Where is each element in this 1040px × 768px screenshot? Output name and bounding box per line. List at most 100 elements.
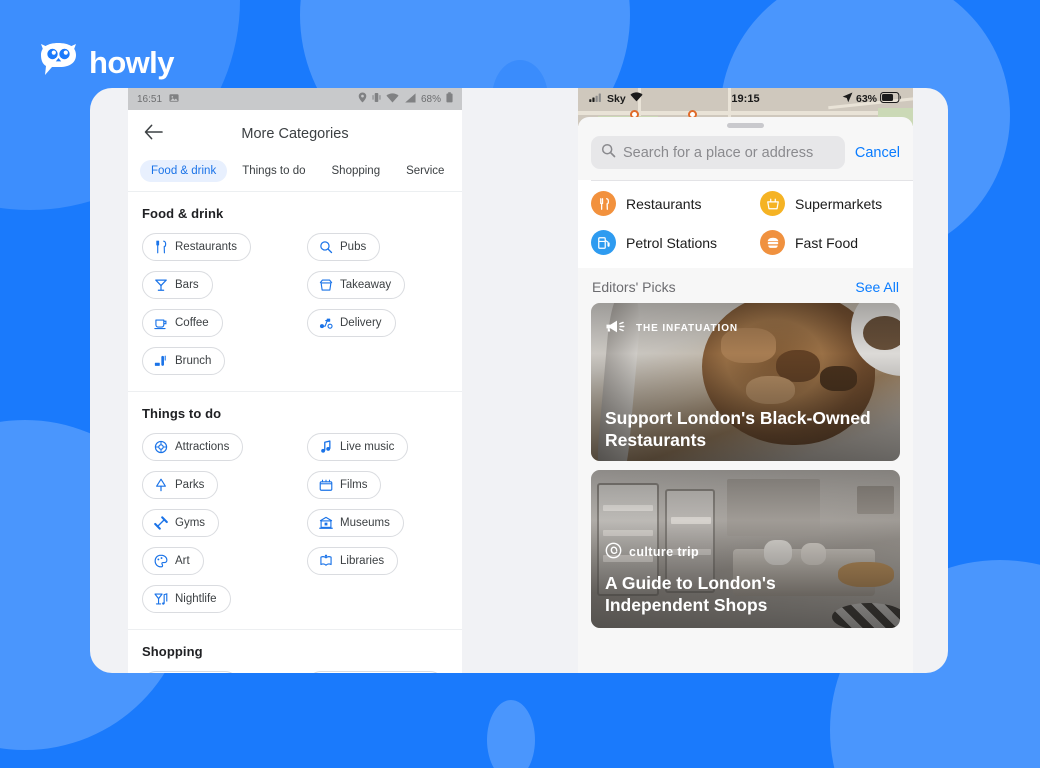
category-row-2: Petrol Stations Fast Food [578, 223, 913, 262]
android-scroll-area[interactable]: Food & drink Restaurants Pubs Bars Takea… [128, 192, 462, 673]
card-brand-label: THE INFATUATION [636, 322, 739, 334]
search-input[interactable]: Search for a place or address [591, 136, 845, 169]
dumbbell-icon [154, 516, 168, 530]
android-screenshot: 16:51 68% More Categories Food & drink T… [128, 88, 462, 673]
section-title: Things to do [142, 406, 222, 421]
category-supermarkets[interactable]: Supermarkets [760, 191, 913, 216]
tab-things-to-do[interactable]: Things to do [231, 160, 316, 182]
search-icon [601, 143, 616, 163]
location-arrow-icon [842, 92, 853, 106]
chip-museums[interactable]: Museums [307, 509, 404, 537]
chip-label: Museums [340, 517, 390, 529]
deco-circle-bottom-center [487, 700, 535, 768]
chip-label: Nightlife [175, 593, 217, 605]
section-title: Editors' Picks [592, 279, 676, 295]
android-battery-percent: 68% [420, 93, 441, 105]
chip-art[interactable]: Art [142, 547, 204, 575]
category-label: Fast Food [795, 234, 859, 251]
chip-label: Parks [175, 479, 205, 491]
battery-icon [446, 92, 453, 106]
card-title: Support London's Black-Owned Restaurants [605, 408, 871, 450]
cutlery-icon [591, 191, 616, 216]
category-petrol-stations[interactable]: Petrol Stations [591, 230, 760, 255]
ios-battery-percent: 63% [855, 92, 877, 105]
editors-pick-card-1[interactable]: THE INFATUATION Support London's Black-O… [591, 303, 900, 461]
ios-search-row: Search for a place or address Cancel [578, 128, 913, 180]
chip-live-music[interactable]: Live music [307, 433, 409, 461]
chip-shopping-centres[interactable]: Shopping centres [307, 671, 444, 673]
chip-label: Pubs [340, 241, 367, 253]
chip-label: Bars [175, 279, 199, 291]
cancel-button[interactable]: Cancel [855, 145, 900, 161]
museum-icon [319, 516, 333, 530]
delivery-scooter-icon [319, 316, 333, 330]
section-title: Food & drink [142, 206, 224, 221]
tab-service[interactable]: Service [395, 160, 455, 182]
cutlery-icon [154, 240, 168, 254]
chip-groceries[interactable]: Groceries [142, 671, 239, 673]
category-label: Supermarkets [795, 195, 883, 212]
category-fast-food[interactable]: Fast Food [760, 230, 913, 255]
chip-label: Gyms [175, 517, 206, 529]
page-title: More Categories [241, 125, 349, 142]
category-restaurants[interactable]: Restaurants [591, 191, 760, 216]
chip-label: Takeaway [340, 279, 392, 291]
location-icon [358, 92, 367, 106]
chip-nightlife[interactable]: Nightlife [142, 585, 231, 613]
chip-films[interactable]: Films [307, 471, 382, 499]
ios-status-bar: Sky 19:15 63% [578, 88, 913, 109]
chips-grid-things: Attractions Live music Parks Films Gyms … [142, 433, 448, 613]
chip-brunch[interactable]: Brunch [142, 347, 226, 375]
section-shopping: Shopping Groceries Shopping centres Beau… [128, 629, 462, 673]
chip-coffee[interactable]: Coffee [142, 309, 223, 337]
owl-mascot-icon [38, 42, 80, 83]
chip-takeaway[interactable]: Takeaway [307, 271, 406, 299]
android-category-tabs: Food & drink Things to do Shopping Servi… [128, 157, 462, 192]
chip-label: Films [340, 479, 368, 491]
chip-restaurants[interactable]: Restaurants [142, 233, 252, 261]
brand-name: howly [89, 45, 174, 80]
section-food-and-drink: Food & drink Restaurants Pubs Bars Takea… [128, 192, 462, 391]
chip-attractions[interactable]: Attractions [142, 433, 244, 461]
android-status-icons: 68% [358, 92, 453, 106]
ios-status-right: 63% [842, 91, 902, 106]
editors-pick-card-2[interactable]: culture trip A Guide to London's Indepen… [591, 470, 900, 628]
megaphone-icon [605, 319, 629, 339]
ios-screenshot: Sky 19:15 63% Search for a place or addr… [578, 88, 913, 673]
chips-grid-food: Restaurants Pubs Bars Takeaway Coffee De… [142, 233, 448, 375]
ios-search-sheet: Search for a place or address Cancel Res… [578, 117, 913, 673]
chip-delivery[interactable]: Delivery [307, 309, 396, 337]
category-label: Petrol Stations [626, 234, 718, 251]
palette-icon [154, 554, 168, 568]
vibrate-icon [372, 92, 381, 106]
chip-gyms[interactable]: Gyms [142, 509, 220, 537]
wifi-icon [386, 92, 399, 106]
magnifier-icon [319, 240, 333, 254]
card-brand-infatuation: THE INFATUATION [605, 319, 738, 339]
ferris-wheel-icon [154, 440, 168, 454]
chip-pubs[interactable]: Pubs [307, 233, 381, 261]
chip-label: Brunch [175, 355, 212, 367]
brunch-icon [154, 354, 168, 368]
card-title: A Guide to London's Independent Shops [605, 573, 776, 615]
section-things-to-do: Things to do Attractions Live music Park… [128, 391, 462, 629]
coffee-cup-icon [154, 316, 168, 330]
brand-logo: howly [38, 42, 174, 83]
card-brand-culture-trip: culture trip [605, 542, 699, 564]
chip-label: Art [175, 555, 190, 567]
see-all-button[interactable]: See All [855, 279, 899, 295]
nightlife-icon [154, 592, 168, 606]
chip-parks[interactable]: Parks [142, 471, 219, 499]
category-row-1: Restaurants Supermarkets [578, 184, 913, 223]
chip-libraries[interactable]: Libraries [307, 547, 399, 575]
chip-bars[interactable]: Bars [142, 271, 213, 299]
library-book-icon [319, 554, 333, 568]
android-status-bar: 16:51 68% [128, 88, 462, 110]
chips-grid-shopping: Groceries Shopping centres Beauty suppli… [142, 671, 448, 673]
burger-icon [760, 230, 785, 255]
card-brand-label: culture trip [629, 545, 700, 560]
tab-food-and-drink[interactable]: Food & drink [140, 160, 228, 182]
android-status-time: 16:51 [137, 93, 163, 105]
tab-shopping[interactable]: Shopping [321, 160, 392, 182]
cocktail-icon [154, 278, 168, 292]
